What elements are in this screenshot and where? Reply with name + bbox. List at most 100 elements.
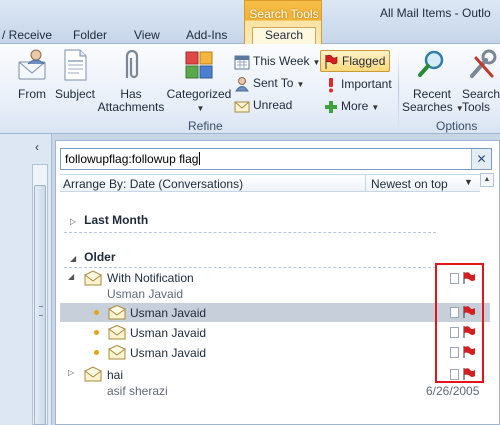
arrange-by-header[interactable]: Arrange By: Date (Conversations) Newest … [60,174,480,192]
message-subject: hai [107,368,124,382]
ribbon: From Subject Has Attachments Categorized… [0,44,500,134]
message-sender: asif sherazi [107,384,168,398]
important-label: Important [341,77,392,91]
arrange-by-label[interactable]: Arrange By: Date (Conversations) [63,177,243,191]
magnifier-icon [418,50,444,77]
unread-label: Unread [253,98,293,112]
ribbon-tab-strip: Search Tools All Mail Items - Outlo / Re… [0,0,500,45]
conversation-envelope-icon [84,270,102,286]
group-header-last-month[interactable]: ▷ Last Month [70,213,148,227]
conversation-envelope-icon [84,366,102,382]
categories-icon [185,51,213,79]
more-dropdown-icon: ▼ [371,103,380,112]
expand-conversation-icon[interactable]: ▷ [68,368,74,377]
tab-folder[interactable]: Folder [73,28,107,44]
categorized-button[interactable]: Categorized ▼ [164,48,234,115]
search-query-text: followupflag:followup flag [65,152,201,166]
window-title: All Mail Items - Outlo [380,6,491,20]
refine-group-title: Refine [188,119,223,133]
message-row[interactable]: Usman Javaid [60,323,490,342]
mail-list-pane: followupflag:followup flag ✕ Arrange By:… [55,140,500,425]
message-sender: Usman Javaid [130,306,207,320]
group-header-older[interactable]: ◢ Older [70,250,116,264]
sort-dropdown-icon[interactable]: ▼ [464,177,473,187]
flagged-label: Flagged [342,54,386,68]
subject-icon [64,49,87,81]
tab-view[interactable]: View [134,28,160,44]
tools-icon [470,49,497,78]
important-button[interactable]: Important [324,74,392,94]
subject-button[interactable]: Subject [54,48,96,101]
search-tools-button[interactable]: Search Tools [462,48,500,114]
categorized-dropdown-icon[interactable]: ▼ [197,104,205,113]
search-query-value: followupflag:followup flag [65,152,199,166]
options-group-title: Options [436,119,478,133]
has-attachments-button[interactable]: Has Attachments [96,48,166,114]
envelope-icon [108,345,126,360]
sort-order-label[interactable]: Newest on top [371,177,448,191]
group-label: Last Month [84,213,149,227]
group-separator [398,50,399,130]
envelope-icon [108,325,126,340]
search-tools-label-2: Tools [462,100,491,114]
search-input[interactable]: followupflag:followup flag ✕ [60,148,492,170]
flag-icon [325,54,338,69]
column-divider [365,175,366,192]
collapse-icon[interactable]: ◢ [70,254,76,263]
text-caret [199,152,201,165]
scrollbar-gripper [39,306,43,316]
navigation-scrollbar-thumb[interactable] [34,185,46,425]
search-tools-label-1: Search [462,87,500,101]
expand-icon[interactable]: ▷ [70,217,76,226]
unread-dot [94,350,99,355]
plus-icon [325,100,337,113]
navigation-scrollbar[interactable] [32,164,48,425]
has-attachments-label-1: Has [120,87,142,101]
message-row[interactable]: Usman Javaid [60,343,490,362]
unread-dot [94,330,99,335]
has-attachments-label-2: Attachments [97,100,165,114]
tab-search[interactable]: Search [252,27,317,45]
envelope-icon [234,101,250,113]
context-tab-group-label: Search Tools [249,7,319,21]
collapse-navigation-icon[interactable]: ‹ [35,140,39,154]
person-icon [235,76,249,92]
unread-dot [94,310,99,315]
calendar-icon [234,55,250,70]
message-sender: Usman Javaid [107,287,184,301]
from-button[interactable]: From [12,48,52,101]
more-button[interactable]: More ▼ [324,96,379,116]
envelope-icon [108,305,126,320]
this-week-button[interactable]: This Week ▼ [234,51,320,71]
paperclip-icon [125,49,139,79]
recent-searches-label-2: Searches [402,100,453,114]
from-label: From [18,87,46,101]
message-sender: Usman Javaid [130,326,207,340]
message-row[interactable]: Usman Javaid [60,303,490,322]
from-icon [18,49,46,80]
subject-label: Subject [54,87,96,101]
exclamation-icon [329,77,333,93]
group-divider [64,232,436,233]
recent-searches-button[interactable]: Recent Searches ▼ [402,48,464,115]
message-subject: With Notification [107,271,194,285]
unread-button[interactable]: Unread [234,95,292,115]
message-date: 6/26/2005 [426,384,480,398]
flag-column-highlight [435,263,484,383]
flagged-button[interactable]: Flagged [320,50,391,72]
conversation-row[interactable]: ▷ hai asif sherazi 6/26/2005 [60,365,490,401]
this-week-label: This Week [253,54,310,68]
tab-send-receive[interactable]: / Receive [2,28,52,44]
clear-search-button[interactable]: ✕ [471,149,491,169]
message-sender: Usman Javaid [130,346,207,360]
recent-searches-label-1: Recent [412,87,452,101]
scroll-up-button[interactable]: ▲ [480,173,494,187]
group-label: Older [84,250,116,264]
sent-to-label: Sent To [253,76,294,90]
group-divider [64,267,436,268]
sent-to-button[interactable]: Sent To ▼ [234,73,304,93]
conversation-row[interactable]: ◢ With Notification Usman Javaid [60,269,490,302]
collapse-conversation-icon[interactable]: ◢ [68,272,74,281]
more-label: More [341,99,369,113]
tab-add-ins[interactable]: Add-Ins [186,28,227,44]
